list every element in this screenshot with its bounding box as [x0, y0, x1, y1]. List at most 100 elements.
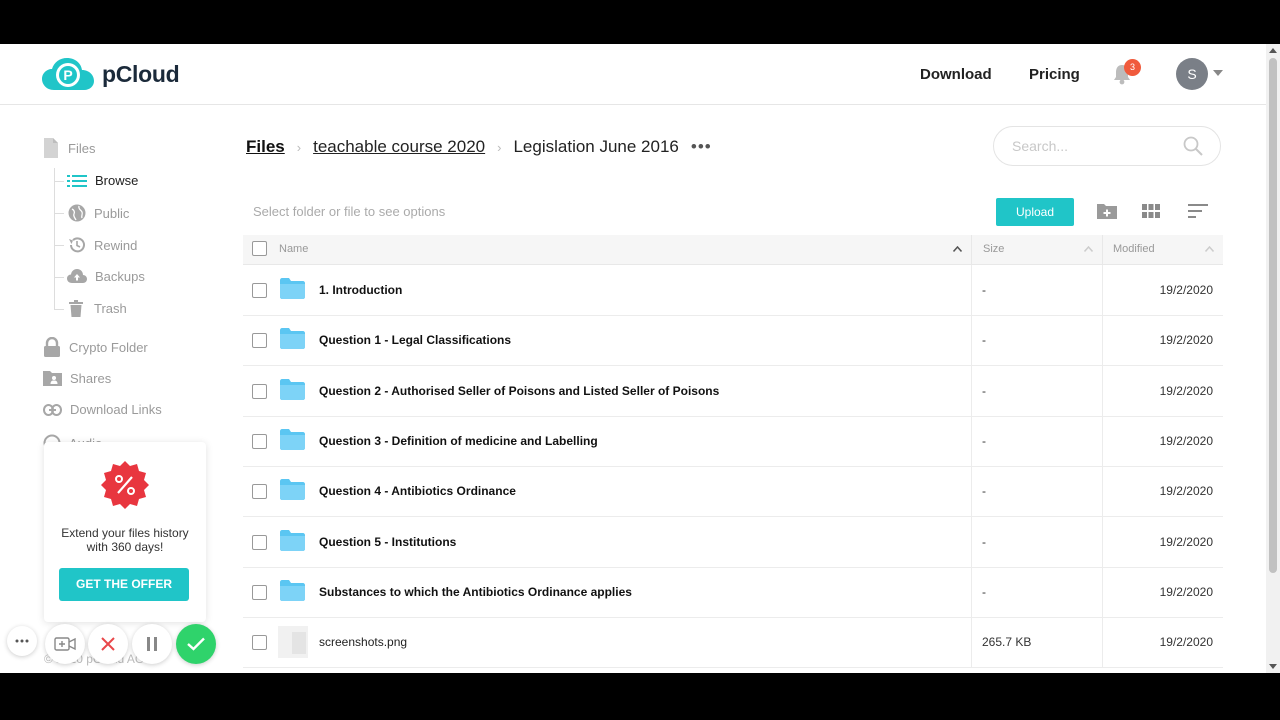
file-name[interactable]: Question 2 - Authorised Seller of Poison… — [319, 384, 719, 398]
table-row[interactable]: Question 3 - Definition of medicine and … — [243, 415, 1223, 467]
row-checkbox[interactable] — [252, 584, 267, 600]
column-divider — [1102, 566, 1103, 617]
image-thumbnail-icon — [278, 626, 308, 659]
upload-button[interactable]: Upload — [996, 198, 1074, 226]
table-row[interactable]: Question 2 - Authorised Seller of Poison… — [243, 365, 1223, 417]
file-table-header: Name Size Modified — [243, 235, 1223, 265]
column-divider — [971, 415, 972, 466]
file-name[interactable]: Question 5 - Institutions — [319, 535, 456, 549]
breadcrumb-root[interactable]: Files — [246, 137, 285, 157]
column-divider — [971, 365, 972, 416]
grid-view-icon[interactable] — [1142, 204, 1160, 218]
sidebar-item-label: Download Links — [70, 402, 162, 417]
tree-branch — [54, 309, 64, 310]
table-row[interactable]: Question 1 - Legal Classifications - 19/2/… — [243, 315, 1223, 367]
modified-date: 19/2/2020 — [1159, 635, 1213, 650]
file-name[interactable]: Question 4 - Antibiotics Ordinance — [319, 484, 516, 498]
file-size: 265.7 KB — [982, 635, 1032, 650]
more-options-button[interactable] — [7, 626, 37, 656]
breadcrumb-parent[interactable]: teachable course 2020 — [313, 137, 485, 157]
file-name[interactable]: 1. Introduction — [319, 283, 402, 297]
column-divider — [1102, 415, 1103, 466]
column-divider — [1102, 466, 1103, 517]
row-checkbox[interactable] — [252, 383, 267, 399]
sidebar-item-crypto-folder[interactable]: Crypto Folder — [43, 337, 148, 357]
column-header-name[interactable]: Name — [279, 243, 308, 255]
file-name[interactable]: Question 1 - Legal Classifications — [319, 333, 511, 347]
camera-toggle-button[interactable] — [45, 624, 85, 664]
table-row[interactable]: Substances to which the Antibiotics Ordi… — [243, 566, 1223, 618]
finish-recording-button[interactable] — [176, 624, 216, 664]
sidebar-item-shares[interactable]: Shares — [43, 370, 111, 386]
download-link[interactable]: Download — [920, 66, 992, 83]
column-divider — [971, 466, 972, 517]
table-row[interactable]: Question 4 - Antibiotics Ordinance - 19/2/… — [243, 466, 1223, 518]
sidebar-item-files[interactable]: Files — [42, 138, 95, 158]
file-size: - — [982, 534, 986, 549]
sidebar-item-browse[interactable]: Browse — [67, 173, 138, 188]
sort-arrow-icon[interactable] — [1084, 246, 1093, 252]
scrollbar-thumb[interactable] — [1269, 58, 1277, 573]
ellipsis-icon — [15, 639, 29, 643]
notification-badge: 3 — [1124, 59, 1141, 76]
sidebar-item-public[interactable]: Public — [68, 204, 129, 222]
get-offer-button[interactable]: GET THE OFFER — [59, 568, 189, 601]
column-divider — [1102, 516, 1103, 567]
sidebar-item-trash[interactable]: Trash — [69, 300, 127, 317]
scrollbar[interactable] — [1266, 44, 1280, 673]
row-checkbox[interactable] — [252, 534, 267, 550]
row-checkbox[interactable] — [252, 433, 267, 449]
modified-date: 19/2/2020 — [1159, 283, 1213, 297]
file-name[interactable]: Substances to which the Antibiotics Ordi… — [319, 585, 632, 599]
sidebar-item-download-links[interactable]: Download Links — [43, 402, 162, 417]
column-header-modified[interactable]: Modified — [1113, 243, 1155, 255]
file-name[interactable]: screenshots.png — [319, 635, 407, 649]
folder-options-button[interactable]: ••• — [691, 137, 712, 157]
table-row[interactable]: Question 5 - Institutions - 19/2/2020 — [243, 516, 1223, 568]
scroll-down-arrow[interactable] — [1269, 664, 1277, 669]
column-divider — [971, 566, 972, 617]
row-checkbox[interactable] — [252, 283, 267, 298]
new-folder-icon[interactable] — [1097, 203, 1117, 219]
sidebar-item-rewind[interactable]: Rewind — [68, 236, 137, 254]
file-size: - — [982, 484, 986, 499]
globe-icon — [68, 204, 86, 222]
cloud-upload-icon — [67, 269, 87, 283]
scroll-up-arrow[interactable] — [1269, 48, 1277, 53]
file-name[interactable]: Question 3 - Definition of medicine and … — [319, 434, 598, 448]
sidebar-item-label: Browse — [95, 173, 139, 188]
row-checkbox[interactable] — [252, 333, 267, 349]
sort-icon[interactable] — [1188, 204, 1208, 218]
link-icon — [43, 403, 62, 416]
column-divider — [971, 235, 972, 264]
sort-ascending-icon[interactable] — [953, 246, 962, 252]
modified-date: 19/2/2020 — [1159, 584, 1213, 599]
file-size: - — [982, 433, 986, 448]
sidebar-item-backups[interactable]: Backups — [67, 268, 145, 284]
select-all-checkbox[interactable] — [252, 241, 267, 256]
pcloud-logo[interactable]: P pCloud — [42, 56, 180, 92]
chevron-down-icon[interactable] — [1213, 70, 1223, 76]
pricing-link[interactable]: Pricing — [1029, 66, 1080, 83]
column-header-size[interactable]: Size — [983, 243, 1004, 255]
tree-branch — [54, 245, 64, 246]
sidebar-item-label: Files — [68, 140, 96, 156]
table-row[interactable]: 1. Introduction - 19/2/2020 — [243, 265, 1223, 316]
close-icon — [101, 637, 115, 651]
table-row[interactable]: screenshots.png 265.7 KB 19/2/2020 — [243, 617, 1223, 669]
sidebar-item-label: Public — [94, 205, 130, 221]
folder-icon — [280, 579, 305, 601]
search-icon[interactable] — [1183, 136, 1203, 156]
avatar[interactable]: S — [1176, 58, 1208, 90]
row-checkbox[interactable] — [252, 635, 267, 651]
sort-arrow-icon[interactable] — [1205, 246, 1214, 252]
file-size: - — [982, 584, 986, 599]
pcloud-logo-icon: P — [42, 58, 94, 90]
column-divider — [971, 617, 972, 668]
column-divider — [1102, 235, 1103, 264]
pause-recording-button[interactable] — [132, 624, 172, 664]
cancel-recording-button[interactable] — [88, 624, 128, 664]
pause-icon — [147, 637, 157, 651]
row-checkbox[interactable] — [252, 484, 267, 500]
column-divider — [971, 315, 972, 366]
